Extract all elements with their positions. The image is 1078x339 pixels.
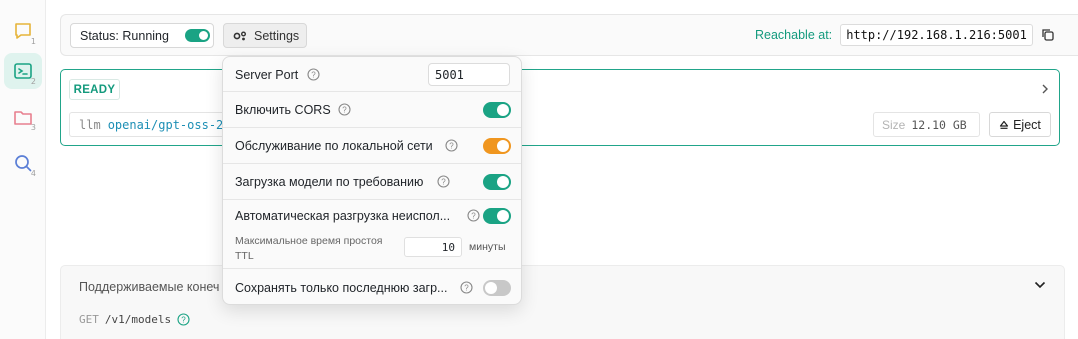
svg-text:?: ?	[449, 141, 454, 150]
status-toggle[interactable]	[184, 29, 210, 42]
cors-toggle[interactable]	[483, 102, 511, 118]
keep-last-toggle[interactable]	[483, 280, 511, 296]
svg-text:?: ?	[471, 211, 476, 220]
auto-unload-row: Автоматическая разгрузка неиспол... ? Ма…	[223, 200, 521, 269]
chevron-down-icon[interactable]	[1034, 281, 1046, 289]
auto-unload-toggle[interactable]	[483, 208, 511, 224]
copy-icon[interactable]	[1041, 28, 1054, 41]
model-cmd-prefix: llm	[79, 117, 101, 132]
lan-serving-toggle[interactable]	[483, 138, 511, 154]
jit-loading-row: Загрузка модели по требованию ?	[223, 164, 521, 200]
left-rail: 1 2 3 4	[0, 0, 46, 339]
help-icon[interactable]: ?	[445, 139, 458, 152]
lan-serving-row: Обслуживание по локальной сети ?	[223, 128, 521, 164]
status-label: Status: Running	[80, 28, 169, 43]
help-icon[interactable]: ?	[307, 68, 320, 81]
server-port-row: Server Port ? 5001	[223, 57, 521, 92]
model-size: Size 12.10 GB	[873, 112, 980, 137]
ttl-label-line2: TTL	[235, 250, 254, 262]
endpoint-item: GET /v1/models ?	[79, 313, 190, 326]
cors-row: Включить CORS ?	[223, 92, 521, 128]
keep-last-label: Сохранять только последнюю загр...	[235, 281, 448, 295]
chevron-right-icon[interactable]	[1041, 83, 1049, 95]
rail-number: 2	[30, 77, 36, 86]
rail-item-folder[interactable]: 3	[4, 99, 42, 135]
jit-loading-toggle[interactable]	[483, 174, 511, 190]
server-port-input[interactable]: 5001	[428, 63, 510, 86]
eject-button[interactable]: Eject	[989, 112, 1051, 137]
reachable-url[interactable]: http://192.168.1.216:5001	[840, 24, 1033, 46]
status-toggle-control[interactable]: Status: Running	[70, 23, 214, 48]
status-badge: READY	[69, 79, 120, 100]
help-icon[interactable]: ?	[467, 209, 480, 222]
help-icon[interactable]: ?	[437, 175, 450, 188]
eject-label: Eject	[1013, 117, 1041, 132]
endpoints-panel: Поддерживаемые конеч GET /v1/models ?	[60, 265, 1065, 339]
settings-popover: Server Port ? 5001 Включить CORS ? Обслу…	[222, 56, 522, 305]
rail-number: 1	[30, 37, 36, 46]
keep-last-row: Сохранять только последнюю загр... ?	[223, 269, 521, 304]
reachable-label: Reachable at:	[755, 28, 833, 42]
lan-serving-label: Обслуживание по локальной сети	[235, 139, 433, 153]
endpoint-method: GET	[79, 313, 99, 326]
svg-text:?: ?	[342, 105, 347, 114]
gears-icon	[233, 31, 246, 40]
size-value: 12.10 GB	[911, 117, 967, 132]
model-identifier[interactable]: llm openai/gpt-oss-2	[69, 112, 239, 137]
rail-number: 3	[30, 123, 36, 132]
endpoints-title: Поддерживаемые конеч	[79, 280, 220, 294]
ttl-unit: минуты	[469, 241, 506, 253]
svg-text:?: ?	[181, 315, 186, 324]
server-port-label: Server Port	[235, 68, 299, 82]
eject-icon	[999, 120, 1009, 129]
size-label: Size	[882, 117, 906, 132]
settings-button[interactable]: Settings	[223, 23, 307, 48]
svg-text:?: ?	[464, 283, 469, 292]
help-icon[interactable]: ?	[177, 313, 190, 326]
rail-item-chat[interactable]: 1	[4, 13, 42, 49]
auto-unload-label: Автоматическая разгрузка неиспол...	[235, 209, 451, 223]
svg-text:?: ?	[441, 177, 446, 186]
help-icon[interactable]: ?	[460, 281, 473, 294]
ttl-label: Максимальное время простоя TTL	[235, 234, 383, 264]
rail-item-search[interactable]: 4	[4, 145, 42, 181]
rail-number: 4	[30, 169, 36, 178]
jit-loading-label: Загрузка модели по требованию	[235, 175, 424, 189]
server-header: Status: Running Settings Reachable at: h…	[60, 14, 1078, 56]
endpoint-path: /v1/models	[104, 313, 172, 326]
ttl-label-line1: Максимальное время простоя	[235, 235, 383, 247]
rail-item-terminal[interactable]: 2	[4, 53, 42, 89]
settings-label: Settings	[254, 28, 300, 43]
cors-label: Включить CORS	[235, 103, 331, 117]
ttl-input[interactable]: 10	[404, 237, 462, 257]
model-card[interactable]: READY llm openai/gpt-oss-2 Size 12.10 GB…	[60, 69, 1060, 146]
model-name: openai/gpt-oss-2	[107, 117, 224, 132]
svg-text:?: ?	[311, 70, 316, 79]
help-icon[interactable]: ?	[338, 103, 351, 116]
